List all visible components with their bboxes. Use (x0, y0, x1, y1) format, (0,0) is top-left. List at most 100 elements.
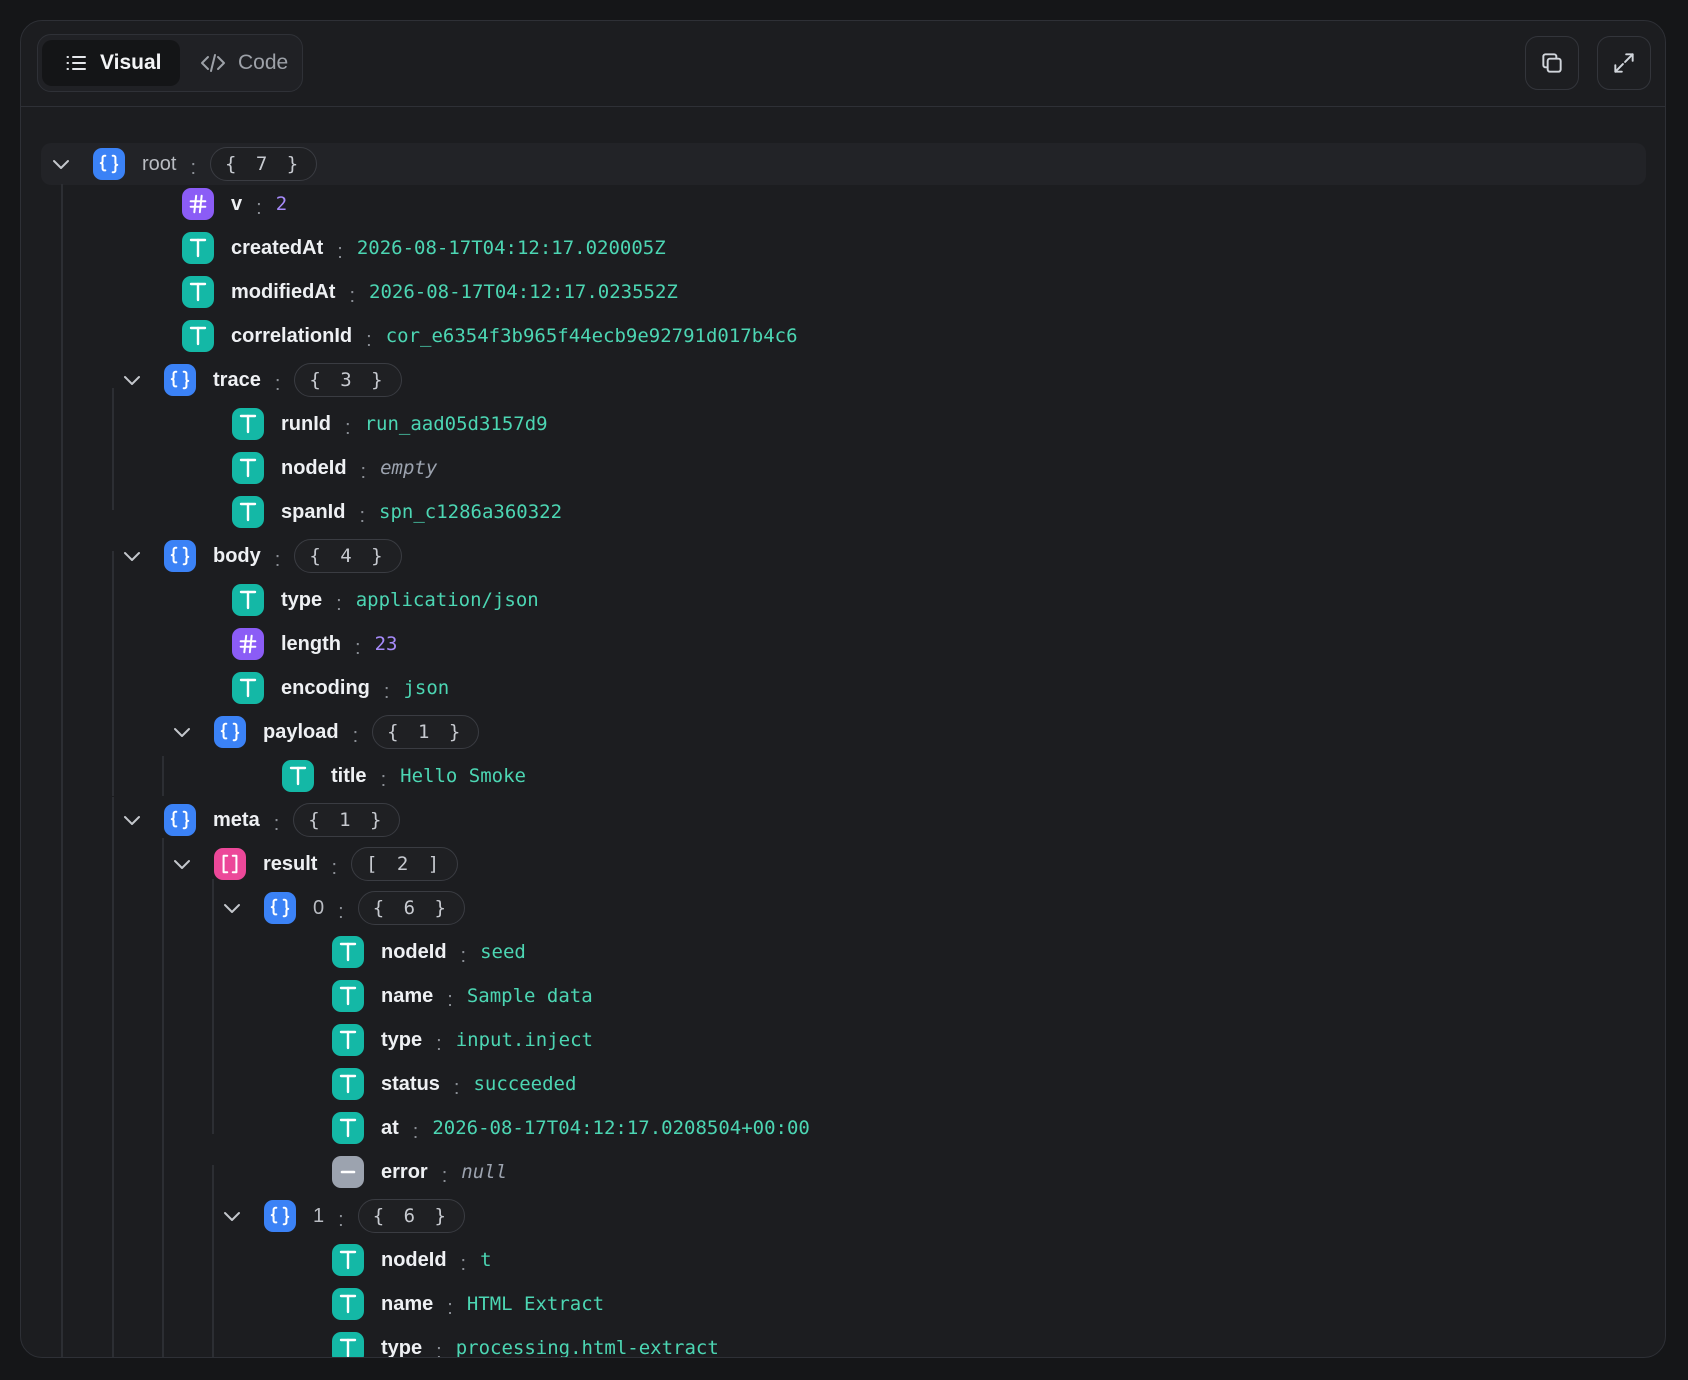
tree-node-v[interactable]: v : 2 (182, 182, 287, 226)
chevron-down-icon[interactable] (51, 154, 71, 174)
colon-separator: : (360, 460, 367, 483)
tab-code-label: Code (238, 51, 289, 74)
node-key: type (381, 1028, 423, 1051)
tree-node-result[interactable]: result : [ 2 ] (172, 842, 459, 886)
tab-visual[interactable]: Visual (42, 40, 180, 86)
tree-node-payload[interactable]: payload : { 1 } (172, 710, 480, 754)
tree-node-encoding[interactable]: encoding : json (232, 666, 449, 710)
node-key: title (331, 764, 367, 787)
chevron-down-icon[interactable] (172, 854, 192, 874)
string-type-icon (332, 936, 364, 968)
colon-separator: : (383, 680, 390, 703)
string-type-icon (182, 276, 214, 308)
tree-node-nodeId[interactable]: nodeId : t (332, 1238, 492, 1282)
tree-node-length[interactable]: length : 23 (232, 622, 397, 666)
child-count-badge: [ 2 ] (351, 847, 459, 881)
tab-visual-label: Visual (100, 51, 162, 74)
tree-node-nodeId[interactable]: nodeId : seed (332, 930, 526, 974)
tree-guide-result (162, 838, 164, 1357)
tree-node-body[interactable]: body : { 4 } (122, 534, 402, 578)
node-value: cor_e6354f3b965f44ecb9e92791d017b4c6 (385, 325, 798, 347)
node-value: 2026-08-17T04:12:17.0208504+00:00 (432, 1117, 810, 1139)
copy-icon (1542, 53, 1562, 73)
chevron-down-icon[interactable] (122, 546, 142, 566)
chevron-down-icon[interactable] (172, 722, 192, 742)
tree-node-type[interactable]: type : processing.html-extract (332, 1326, 719, 1358)
chevron-down-icon[interactable] (122, 810, 142, 830)
tree-guide-root (61, 184, 63, 1357)
node-key: payload (263, 720, 339, 743)
tree-node-result-0[interactable]: 0 : { 6 } (222, 886, 465, 930)
node-key: modifiedAt (231, 280, 336, 303)
tree-node-root[interactable]: root : { 7 } (51, 142, 318, 186)
view-mode-tabs: Visual Code (37, 34, 303, 92)
tree-node-runId[interactable]: runId : run_aad05d3157d9 (232, 402, 548, 446)
string-type-icon (232, 496, 264, 528)
tree-node-nodeId[interactable]: nodeId : empty (232, 446, 437, 490)
tree-guide-item-0 (212, 879, 214, 1134)
colon-separator: : (436, 1032, 442, 1055)
string-type-icon (332, 1288, 364, 1320)
colon-separator: : (256, 196, 262, 219)
node-value: 2026-08-17T04:12:17.020005Z (356, 237, 666, 259)
tree-node-createdAt[interactable]: createdAt : 2026-08-17T04:12:17.020005Z (182, 226, 666, 270)
node-value: 2 (275, 193, 288, 215)
node-value-empty: empty (380, 457, 438, 479)
child-count-badge: { 1 } (293, 803, 401, 837)
tree-node-title[interactable]: title : Hello Smoke (282, 754, 526, 798)
node-key: type (381, 1336, 423, 1358)
expand-icon (1614, 53, 1634, 73)
string-type-icon (182, 232, 214, 264)
tree-node-status[interactable]: status : succeeded (332, 1062, 576, 1106)
tree-node-trace[interactable]: trace : { 3 } (122, 358, 402, 402)
tree-node-at[interactable]: at : 2026-08-17T04:12:17.0208504+00:00 (332, 1106, 810, 1150)
expand-button[interactable] (1597, 36, 1651, 90)
node-key: result (263, 852, 318, 875)
tab-code[interactable]: Code (184, 40, 300, 86)
child-count-badge: { 4 } (294, 539, 402, 573)
node-key: at (381, 1116, 399, 1139)
string-type-icon (332, 1024, 364, 1056)
node-value: HTML Extract (466, 1293, 605, 1315)
tree-node-result-1[interactable]: 1 : { 6 } (222, 1194, 465, 1238)
node-value: succeeded (473, 1073, 577, 1095)
array-type-icon (214, 848, 246, 880)
tree-guide-item-1 (212, 1165, 214, 1357)
list-icon (66, 56, 86, 70)
node-key: correlationId (231, 324, 353, 347)
string-type-icon (332, 980, 364, 1012)
tree-node-type[interactable]: type : input.inject (332, 1018, 593, 1062)
copy-button[interactable] (1525, 36, 1579, 90)
chevron-down-icon[interactable] (122, 370, 142, 390)
colon-separator: : (460, 944, 467, 967)
tree-node-spanId[interactable]: spanId : spn_c1286a360322 (232, 490, 562, 534)
string-type-icon (332, 1244, 364, 1276)
tree-node-modifiedAt[interactable]: modifiedAt : 2026-08-17T04:12:17.023552Z (182, 270, 678, 314)
tree-node-name[interactable]: name : Sample data (332, 974, 593, 1018)
tree-node-type[interactable]: type : application/json (232, 578, 539, 622)
chevron-down-icon[interactable] (222, 1206, 242, 1226)
node-key: root (142, 152, 177, 175)
child-count-badge: { 3 } (294, 363, 402, 397)
string-type-icon (232, 452, 264, 484)
node-key: createdAt (231, 236, 324, 259)
string-type-icon (332, 1112, 364, 1144)
node-key: 1 (313, 1204, 325, 1227)
tree-node-name[interactable]: name : HTML Extract (332, 1282, 604, 1326)
tree-node-error[interactable]: error : null (332, 1150, 507, 1194)
toolbar: Visual Code (21, 21, 1665, 107)
string-type-icon (182, 320, 214, 352)
colon-separator: : (460, 1252, 467, 1275)
object-type-icon (93, 148, 125, 180)
colon-separator: : (453, 1076, 460, 1099)
child-count-badge: { 1 } (372, 715, 480, 749)
chevron-down-icon[interactable] (222, 898, 242, 918)
tree-node-meta[interactable]: meta : { 1 } (122, 798, 401, 842)
tree-node-correlationId[interactable]: correlationId : cor_e6354f3b965f44ecb9e9… (182, 314, 798, 358)
tree-guide-trace (112, 388, 114, 510)
json-tree: root : { 7 } v : 2 createdAt : 2026-08-1… (21, 116, 1665, 1357)
colon-separator: : (436, 1340, 442, 1358)
colon-separator: : (274, 372, 281, 395)
colon-separator: : (337, 240, 343, 263)
colon-separator: : (441, 1164, 448, 1187)
